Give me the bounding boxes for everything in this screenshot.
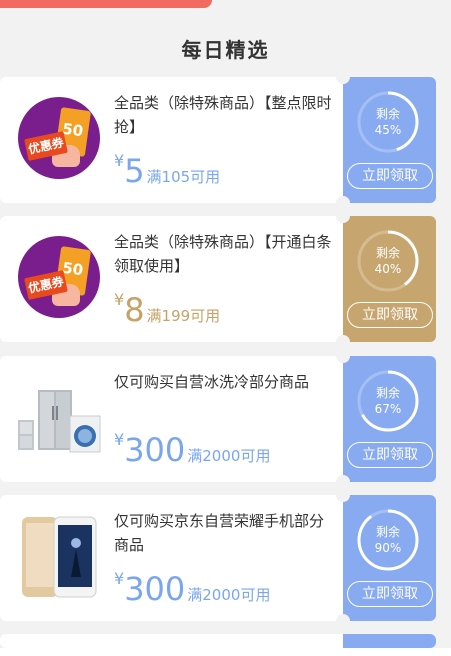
coupon-side-panel: 剩余 67% 立即领取 [343,356,436,482]
top-tab-indicator [0,0,212,8]
coupon-card: 仅可购买自营冰洗冷部分商品 ¥300 满2000可用 剩余 67% 立即领取 [0,349,436,489]
coupon-card-partial [0,634,436,648]
claim-button[interactable]: 立即领取 [347,163,433,189]
coupon-amount: 8 [124,291,145,329]
coupon-amount: 300 [124,431,186,469]
coupon-price: ¥8 满199可用 [114,290,221,329]
coupon-amount: 300 [124,570,186,608]
coupon-title: 全品类（除特殊商品）【开通白条领取使用】 [114,233,332,275]
coupon-title: 全品类（除特殊商品）【整点限时抢】 [114,94,332,136]
coupon-side-panel: 剩余 40% 立即领取 [343,216,436,342]
remaining-text: 剩余 45% [374,107,402,137]
coupon-side-panel: 剩余 45% 立即领取 [343,77,436,203]
coupon-badge-image: 50 优惠券 [18,236,102,320]
remaining-text: 剩余 90% [374,525,402,555]
claim-button[interactable]: 立即领取 [347,581,433,607]
coupon-price: ¥300 满2000可用 [114,569,271,608]
coupon-condition: 满2000可用 [187,447,271,465]
coupon-condition: 满199可用 [146,307,221,325]
coupon-price: ¥300 满2000可用 [114,430,271,469]
claim-button[interactable]: 立即领取 [347,302,433,328]
coupon-condition: 满105可用 [146,168,221,186]
remaining-text: 剩余 67% [374,386,402,416]
coupon-title: 仅可购买自营冰洗冷部分商品 [114,373,310,391]
coupon-badge-image: 50 优惠券 [18,97,102,181]
section-title: 每日精选 [181,38,270,62]
appliances-image [18,390,101,453]
coupon-condition: 满2000可用 [187,586,271,604]
coupon-amount: 5 [124,152,145,190]
remaining-text: 剩余 40% [374,246,402,276]
claim-button[interactable]: 立即领取 [347,442,433,468]
coupon-price: ¥5 满105可用 [114,151,221,190]
phone-image [22,516,97,598]
coupon-card: 仅可购买京东自营荣耀手机部分商品 ¥300 满2000可用 剩余 90% 立即领取 [0,488,436,628]
bottom-tab-bar [0,648,451,656]
coupon-title: 仅可购买京东自营荣耀手机部分商品 [114,512,325,554]
coupon-card: 50 优惠券 全品类（除特殊商品）【开通白条领取使用】 ¥8 满199可用 剩余 … [0,209,436,349]
coupon-side-panel: 剩余 90% 立即领取 [343,495,436,621]
coupon-card: 50 优惠券 全品类（除特殊商品）【整点限时抢】 ¥5 满105可用 剩余 45%… [0,70,436,210]
